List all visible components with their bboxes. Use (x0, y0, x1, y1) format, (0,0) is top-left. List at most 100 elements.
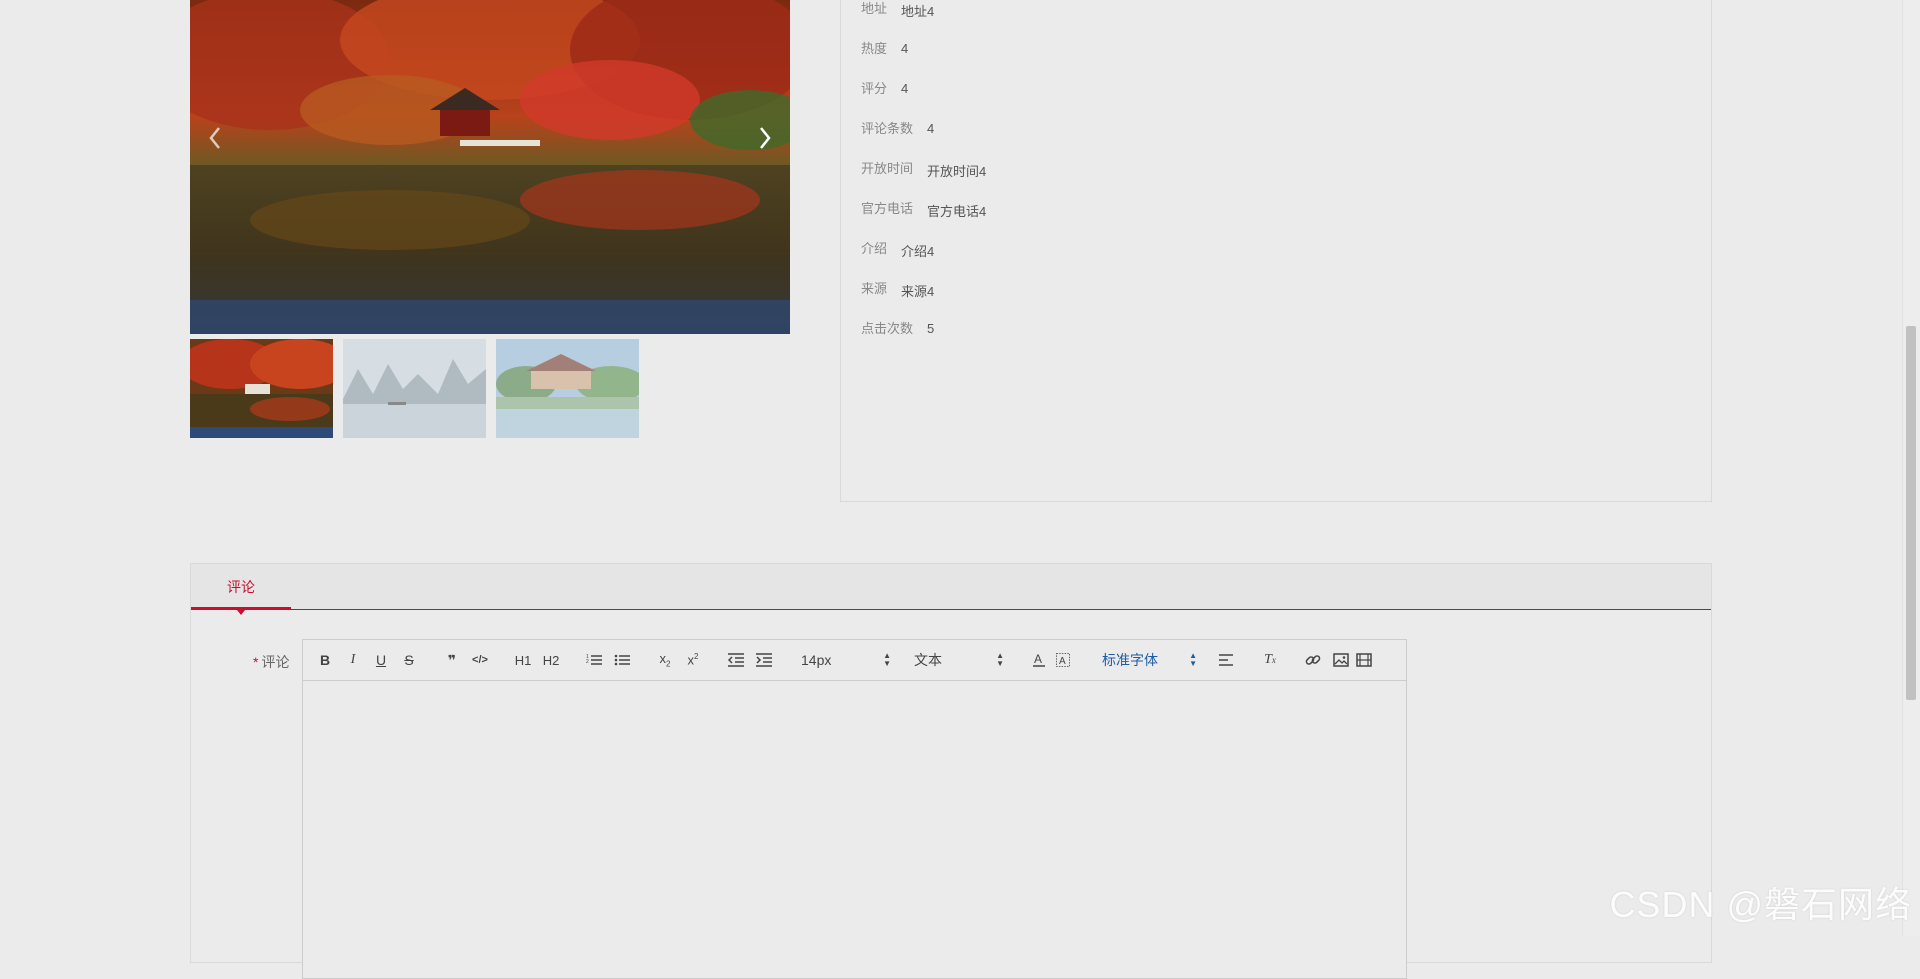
underline-button[interactable]: U (371, 650, 391, 670)
header-value: 文本 (914, 652, 942, 668)
editor-content-area[interactable] (303, 681, 1406, 978)
info-value: 来源4 (901, 284, 935, 299)
link-icon (1305, 655, 1321, 665)
info-row-opening-hours: 开放时间 开放时间4 (861, 158, 986, 180)
link-button[interactable] (1303, 650, 1323, 670)
tab-active-caret (237, 610, 245, 615)
h2-button[interactable]: H2 (541, 650, 561, 670)
image-button[interactable] (1331, 650, 1351, 670)
info-value: 介绍4 (901, 244, 935, 259)
italic-icon: I (350, 652, 356, 667)
info-row-click-count: 点击次数 5 (861, 318, 934, 337)
thumbnail-2[interactable] (343, 339, 486, 438)
superscript-icon: x2 (687, 652, 699, 668)
info-row-phone: 官方电话 官方电话4 (861, 198, 986, 220)
info-label: 评论条数 (861, 121, 914, 136)
strike-icon: S (404, 652, 414, 668)
info-label: 官方电话 (861, 201, 914, 216)
info-value: 官方电话4 (927, 204, 987, 219)
font-size-value: 14px (801, 652, 832, 668)
video-button[interactable] (1354, 650, 1374, 670)
align-button[interactable] (1217, 650, 1237, 670)
bold-button[interactable]: B (315, 650, 335, 670)
bullet-list-button[interactable] (612, 650, 632, 670)
carousel-next-button[interactable] (750, 118, 780, 158)
subscript-button[interactable]: x2 (655, 650, 675, 670)
video-icon (1356, 653, 1372, 667)
info-row-popularity: 热度 4 (861, 38, 908, 57)
comment-field-label: * 评论 (253, 652, 289, 672)
watermark: CSDN @磐石网络 (1609, 884, 1912, 925)
info-row-comment-count: 评论条数 4 (861, 118, 934, 137)
bullet-list-icon (614, 654, 630, 666)
subscript-icon: x2 (659, 651, 671, 669)
info-value: 4 (901, 41, 909, 56)
comment-field-label-text: 评论 (261, 654, 290, 670)
tab-comment[interactable]: 评论 (191, 564, 291, 609)
background-color-icon: A (1056, 653, 1070, 667)
info-row-rating: 评分 4 (861, 78, 908, 97)
chevron-right-icon (760, 127, 771, 149)
text-color-icon: A (1033, 652, 1045, 667)
background-color-button[interactable]: A (1053, 650, 1073, 670)
code-block-button[interactable]: </> (470, 650, 490, 670)
info-row-address: 地址 地址4 (861, 0, 934, 20)
clear-format-icon: Tx (1264, 652, 1276, 667)
scrollbar-thumb[interactable] (1906, 326, 1916, 700)
main-scenic-image (190, 0, 790, 334)
rich-text-editor: B I U S ❞ </> H1 H2 12 x2 x2 14px ▲ ▼ 文本… (302, 639, 1407, 979)
info-label: 来源 (861, 281, 888, 296)
attraction-info-panel: 地址 地址4 热度 4 评分 4 评论条数 4 开放时间 开放时间4 官方电话 … (840, 0, 1712, 502)
info-label: 评分 (861, 81, 888, 96)
info-value: 5 (927, 321, 935, 336)
image-carousel (190, 0, 790, 334)
info-label: 介绍 (861, 241, 888, 256)
superscript-button[interactable]: x2 (683, 650, 703, 670)
quote-icon: ❞ (447, 651, 457, 668)
blockquote-button[interactable]: ❞ (442, 650, 462, 670)
info-value: 开放时间4 (927, 164, 987, 179)
thumbnail-strip (190, 339, 639, 438)
italic-button[interactable]: I (343, 650, 363, 670)
info-value: 地址4 (901, 4, 935, 19)
outdent-icon (728, 653, 744, 667)
h2-icon: H2 (542, 652, 560, 668)
select-caret-icon: ▲ ▼ (996, 651, 1004, 668)
header-select[interactable]: 文本 ▲ ▼ (914, 648, 1004, 672)
select-caret-icon: ▲ ▼ (1189, 651, 1197, 668)
clear-format-button[interactable]: Tx (1260, 650, 1280, 670)
h1-icon: H1 (514, 652, 532, 668)
svg-text:A: A (1059, 656, 1066, 667)
tab-comment-label: 评论 (227, 578, 255, 595)
strike-button[interactable]: S (399, 650, 419, 670)
select-caret-icon: ▲ ▼ (883, 651, 891, 668)
indent-button[interactable] (754, 650, 774, 670)
font-size-select[interactable]: 14px ▲ ▼ (801, 648, 891, 672)
align-left-icon (1219, 654, 1233, 666)
text-color-button[interactable]: A (1029, 650, 1049, 670)
info-label: 开放时间 (861, 161, 914, 176)
outdent-button[interactable] (726, 650, 746, 670)
svg-text:A: A (1034, 652, 1042, 666)
comment-card: 评论 * 评论 B I U S ❞ </> H1 H2 12 x2 x2 14p… (190, 563, 1712, 979)
thumbnail-1[interactable] (190, 339, 333, 438)
editor-toolbar: B I U S ❞ </> H1 H2 12 x2 x2 14px ▲ ▼ 文本… (303, 640, 1406, 681)
image-icon (1333, 653, 1349, 667)
carousel-prev-button[interactable] (200, 118, 230, 158)
font-family-select[interactable]: 标准字体 ▲ ▼ (1102, 648, 1197, 672)
svg-text:2: 2 (586, 659, 589, 665)
chevron-left-icon (209, 127, 220, 149)
indent-icon (756, 653, 772, 667)
info-row-intro: 介绍 介绍4 (861, 238, 934, 260)
thumbnail-3[interactable] (496, 339, 639, 438)
ordered-list-button[interactable]: 12 (584, 650, 604, 670)
h1-button[interactable]: H1 (513, 650, 533, 670)
ordered-list-icon: 12 (586, 654, 602, 665)
code-icon: </> (472, 654, 488, 666)
info-label: 地址 (861, 1, 888, 16)
underline-icon: U (375, 652, 387, 668)
page-scrollbar[interactable] (1902, 0, 1920, 936)
info-value: 4 (901, 81, 909, 96)
info-row-source: 来源 来源4 (861, 278, 934, 300)
bold-icon: B (319, 652, 331, 668)
